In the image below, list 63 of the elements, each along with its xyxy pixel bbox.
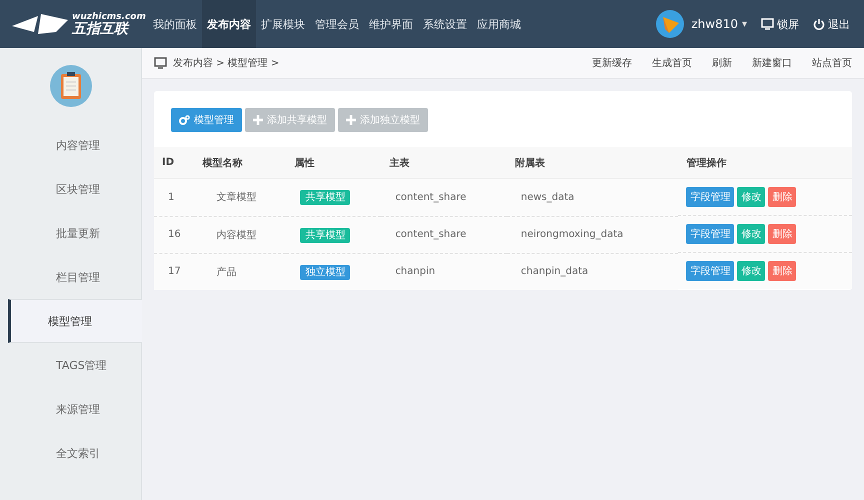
user-name[interactable]: zhw810 (691, 17, 738, 31)
action-button[interactable]: 删除 (768, 224, 796, 244)
sidebar-item[interactable]: 模型管理 (8, 299, 142, 343)
table-cell: neirongmoxing_data (506, 216, 678, 253)
sidebar-item[interactable]: 全文索引 (8, 431, 141, 475)
top-link[interactable]: 站点首页 (812, 56, 852, 70)
table-cell: 1 (154, 178, 194, 216)
monitor-icon (154, 57, 167, 69)
column-header: 附属表 (506, 147, 678, 178)
table-cell: 17 (154, 253, 194, 290)
top-link[interactable]: 更新缓存 (592, 56, 632, 70)
avatar-icon[interactable] (655, 9, 686, 39)
table-cell: 文章模型 (194, 178, 286, 216)
top-link[interactable]: 生成首页 (652, 56, 692, 70)
action-button[interactable]: 删除 (768, 187, 796, 207)
sidebar-item[interactable]: TAGS管理 (8, 343, 141, 387)
sidebar-item[interactable]: 栏目管理 (8, 255, 141, 299)
logo-domain: wuzhicms.com (72, 12, 146, 22)
column-header: 管理操作 (678, 147, 852, 178)
plus-icon (346, 115, 356, 125)
table-cell: 内容模型 (194, 216, 286, 253)
sidebar-item[interactable]: 内容管理 (8, 123, 141, 167)
column-header: 模型名称 (194, 147, 286, 178)
nav-tab[interactable]: 管理会员 (310, 0, 364, 48)
top-link[interactable]: 刷新 (712, 56, 732, 70)
power-icon (813, 18, 825, 30)
monitor-icon (761, 18, 774, 30)
table-cell: 16 (154, 216, 194, 253)
breadcrumb: 发布内容 > 模型管理 > (173, 56, 280, 70)
column-header: ID (154, 147, 194, 178)
nav-tab[interactable]: 应用商城 (472, 0, 526, 48)
sidebar-item[interactable]: 批量更新 (8, 211, 141, 255)
sidebar-item[interactable]: 来源管理 (8, 387, 141, 431)
nav-tab[interactable]: 扩展模块 (256, 0, 310, 48)
attribute-tag: 独立模型 (300, 264, 350, 280)
table-cell: content_share (381, 216, 507, 253)
table-cell: chanpin (381, 253, 507, 290)
column-header: 属性 (286, 147, 382, 178)
nav-tab[interactable]: 系统设置 (418, 0, 472, 48)
toolbar-button[interactable]: 模型管理 (171, 108, 242, 132)
table-cell: news_data (506, 178, 678, 216)
nav-tab[interactable]: 发布内容 (202, 0, 256, 48)
table-cell: 产品 (194, 253, 286, 290)
top-link[interactable]: 新建窗口 (752, 56, 792, 70)
logo-name: 五指互联 (72, 22, 130, 36)
action-button[interactable]: 删除 (768, 261, 796, 281)
caret-icon[interactable]: ▾ (742, 18, 747, 30)
table-cell: content_share (381, 178, 507, 216)
table-cell: chanpin_data (506, 253, 678, 290)
action-button[interactable]: 字段管理 (686, 224, 734, 244)
column-header: 主表 (381, 147, 507, 178)
clipboard-icon (48, 64, 92, 108)
action-button[interactable]: 字段管理 (686, 261, 734, 281)
lock-screen-link[interactable]: 锁屏 (777, 16, 799, 32)
plus-icon (253, 115, 263, 125)
attribute-tag: 共享模型 (300, 190, 350, 206)
logo-icon (12, 12, 70, 36)
sidebar-item[interactable]: 区块管理 (8, 167, 141, 211)
logout-link[interactable]: 退出 (828, 16, 850, 32)
nav-tab[interactable]: 维护界面 (364, 0, 418, 48)
nav-tab[interactable]: 我的面板 (148, 0, 202, 48)
action-button[interactable]: 字段管理 (686, 187, 734, 207)
attribute-tag: 共享模型 (300, 228, 350, 242)
